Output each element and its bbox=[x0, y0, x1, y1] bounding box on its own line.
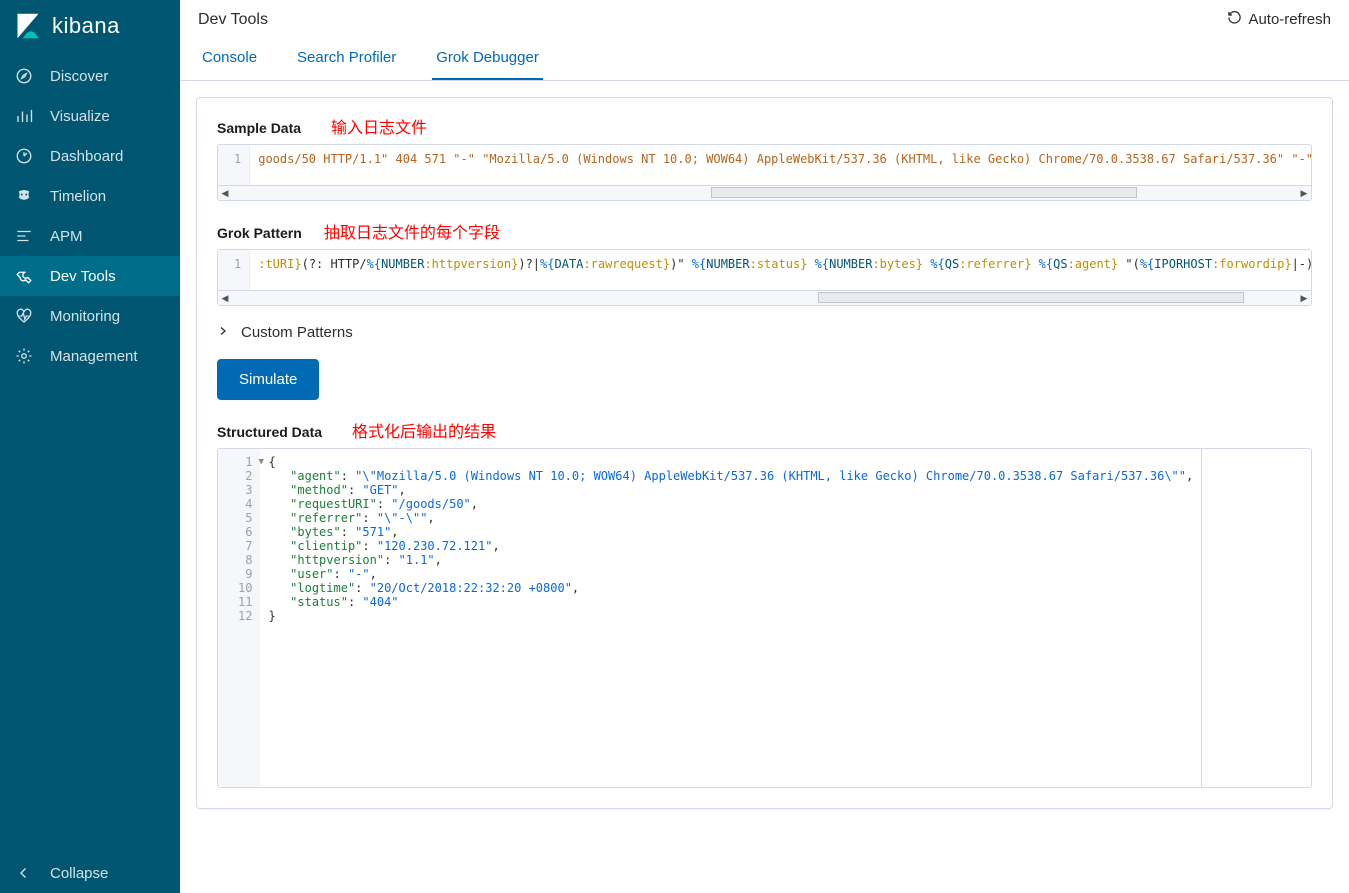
bar-chart-icon bbox=[14, 106, 34, 126]
main: Dev Tools Auto-refresh Console Search Pr… bbox=[180, 0, 1349, 893]
nav-label: Dev Tools bbox=[50, 268, 116, 285]
structured-data-label: Structured Data 格式化后输出的结果 bbox=[217, 418, 1312, 442]
nav-label: Management bbox=[50, 348, 138, 365]
nav-label: Visualize bbox=[50, 108, 110, 125]
tab-search-profiler[interactable]: Search Profiler bbox=[293, 39, 400, 80]
sidebar-item-visualize[interactable]: Visualize bbox=[0, 96, 180, 136]
tabs: Console Search Profiler Grok Debugger bbox=[180, 35, 1349, 81]
gutter: 123456789101112 bbox=[218, 449, 260, 787]
collapse-icon bbox=[14, 863, 34, 883]
sidebar-item-management[interactable]: Management bbox=[0, 336, 180, 376]
tab-console[interactable]: Console bbox=[198, 39, 261, 80]
annotation-sample: 输入日志文件 bbox=[331, 114, 427, 138]
compass-icon bbox=[14, 66, 34, 86]
sidebar-item-timelion[interactable]: Timelion bbox=[0, 176, 180, 216]
grok-pattern-code[interactable]: :tURI}(?: HTTP/%{NUMBER:httpversion})?|%… bbox=[250, 250, 1311, 290]
collapse-label: Collapse bbox=[50, 865, 108, 882]
nav-list: Discover Visualize Dashboard Timelion AP… bbox=[0, 56, 180, 853]
nav-label: Timelion bbox=[50, 188, 106, 205]
annotation-pattern: 抽取日志文件的每个字段 bbox=[324, 219, 500, 243]
sidebar-item-discover[interactable]: Discover bbox=[0, 56, 180, 96]
gutter: 1 bbox=[218, 145, 250, 185]
chevron-right-icon bbox=[217, 324, 229, 341]
content: Sample Data 输入日志文件 1 goods/50 HTTP/1.1" … bbox=[180, 81, 1349, 893]
grok-panel: Sample Data 输入日志文件 1 goods/50 HTTP/1.1" … bbox=[196, 97, 1333, 809]
auto-refresh-label: Auto-refresh bbox=[1248, 11, 1331, 28]
sidebar-collapse[interactable]: Collapse bbox=[0, 853, 180, 893]
gauge-icon bbox=[14, 146, 34, 166]
output-code: ▼{ "agent": "\"Mozilla/5.0 (Windows NT 1… bbox=[260, 449, 1201, 787]
sample-data-code[interactable]: goods/50 HTTP/1.1" 404 571 "-" "Mozilla/… bbox=[250, 145, 1311, 185]
nav-label: Monitoring bbox=[50, 308, 120, 325]
fold-caret-icon[interactable]: ▼ bbox=[258, 455, 263, 469]
simulate-button[interactable]: Simulate bbox=[217, 359, 319, 400]
page-title: Dev Tools bbox=[198, 11, 268, 29]
logo[interactable]: kibana bbox=[0, 0, 180, 56]
brand-text: kibana bbox=[52, 13, 120, 39]
sample-data-label: Sample Data 输入日志文件 bbox=[217, 114, 1312, 138]
custom-patterns-toggle[interactable]: Custom Patterns bbox=[217, 324, 1312, 341]
nav-label: APM bbox=[50, 228, 83, 245]
scroll-right-icon[interactable]: ▶ bbox=[1297, 291, 1311, 305]
gutter: 1 bbox=[218, 250, 250, 290]
h-scrollbar[interactable]: ◀ ▶ bbox=[218, 290, 1311, 305]
apm-icon bbox=[14, 226, 34, 246]
nav-label: Discover bbox=[50, 68, 108, 85]
grok-pattern-label: Grok Pattern 抽取日志文件的每个字段 bbox=[217, 219, 1312, 243]
sample-data-editor[interactable]: 1 goods/50 HTTP/1.1" 404 571 "-" "Mozill… bbox=[217, 144, 1312, 201]
heartbeat-icon bbox=[14, 306, 34, 326]
h-scrollbar[interactable]: ◀ ▶ bbox=[218, 185, 1311, 200]
scroll-left-icon[interactable]: ◀ bbox=[218, 291, 232, 305]
wrench-icon bbox=[14, 266, 34, 286]
annotation-output: 格式化后输出的结果 bbox=[352, 418, 496, 442]
custom-patterns-label: Custom Patterns bbox=[241, 324, 353, 341]
auto-refresh-button[interactable]: Auto-refresh bbox=[1227, 10, 1331, 29]
kibana-logo-icon bbox=[14, 12, 42, 40]
grok-pattern-editor[interactable]: 1 :tURI}(?: HTTP/%{NUMBER:httpversion})?… bbox=[217, 249, 1312, 306]
output-right-pane bbox=[1202, 449, 1311, 787]
structured-data-output[interactable]: 123456789101112 ▼{ "agent": "\"Mozilla/5… bbox=[217, 448, 1312, 788]
gear-icon bbox=[14, 346, 34, 366]
timelion-icon bbox=[14, 186, 34, 206]
scroll-left-icon[interactable]: ◀ bbox=[218, 186, 232, 200]
scroll-right-icon[interactable]: ▶ bbox=[1297, 186, 1311, 200]
nav-label: Dashboard bbox=[50, 148, 123, 165]
tab-grok-debugger[interactable]: Grok Debugger bbox=[432, 39, 543, 80]
sidebar-item-monitoring[interactable]: Monitoring bbox=[0, 296, 180, 336]
sidebar: kibana Discover Visualize Dashboard Time… bbox=[0, 0, 180, 893]
sidebar-item-apm[interactable]: APM bbox=[0, 216, 180, 256]
sidebar-item-dashboard[interactable]: Dashboard bbox=[0, 136, 180, 176]
refresh-icon bbox=[1227, 10, 1242, 29]
topbar: Dev Tools Auto-refresh bbox=[180, 0, 1349, 35]
sidebar-item-devtools[interactable]: Dev Tools bbox=[0, 256, 180, 296]
